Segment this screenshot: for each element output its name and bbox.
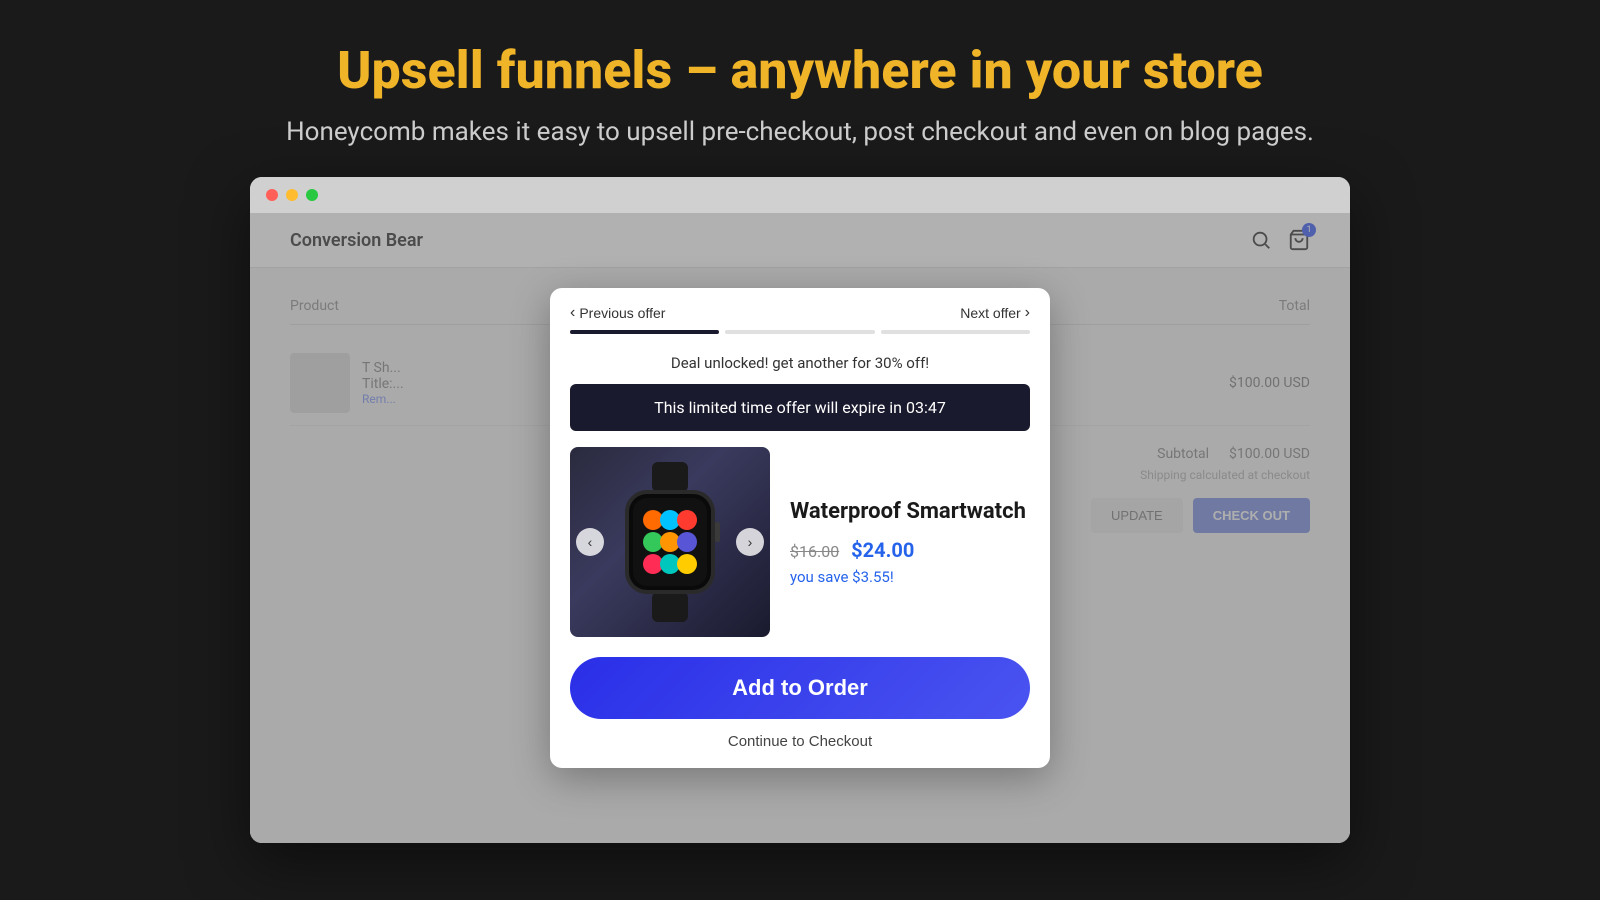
product-area: ‹ › Waterproof Smartwatch $16.00 $24.00 … xyxy=(550,447,1050,637)
progress-bar-2 xyxy=(725,330,874,334)
prev-offer-button[interactable]: ‹ Previous offer xyxy=(570,304,665,322)
price-original: $16.00 xyxy=(790,542,839,561)
store-content: Conversion Bear 1 Product Total xyxy=(250,213,1350,843)
progress-bar-3 xyxy=(881,330,1030,334)
page-title: Upsell funnels – anywhere in your store xyxy=(20,40,1580,101)
modal-overlay: ‹ Previous offer Next offer › Deal unloc… xyxy=(250,213,1350,843)
prev-offer-label: Previous offer xyxy=(579,305,665,321)
page-subheading: Honeycomb makes it easy to upsell pre-ch… xyxy=(20,117,1580,147)
product-name: Waterproof Smartwatch xyxy=(790,498,1030,527)
next-offer-label: Next offer xyxy=(960,305,1020,321)
progress-bars xyxy=(550,330,1050,350)
next-offer-button[interactable]: Next offer › xyxy=(960,304,1030,322)
upsell-modal: ‹ Previous offer Next offer › Deal unloc… xyxy=(550,288,1050,768)
browser-dot-red xyxy=(266,189,278,201)
progress-bar-1 xyxy=(570,330,719,334)
deal-text: Deal unlocked! get another for 30% off! xyxy=(550,350,1050,384)
page-header: Upsell funnels – anywhere in your store … xyxy=(0,0,1600,177)
timer-bar: This limited time offer will expire in 0… xyxy=(570,384,1030,431)
chevron-left-icon: ‹ xyxy=(570,304,575,322)
continue-checkout-button[interactable]: Continue to Checkout xyxy=(550,733,1050,768)
title-gold: anywhere in your store xyxy=(731,40,1263,101)
browser-dot-green xyxy=(306,189,318,201)
product-details: Waterproof Smartwatch $16.00 $24.00 you … xyxy=(790,498,1030,587)
price-sale: $24.00 xyxy=(851,538,914,562)
browser-dot-yellow xyxy=(286,189,298,201)
browser-window: Conversion Bear 1 Product Total xyxy=(250,177,1350,843)
product-pricing: $16.00 $24.00 xyxy=(790,538,1030,562)
browser-chrome xyxy=(250,177,1350,213)
add-to-order-button[interactable]: Add to Order xyxy=(570,657,1030,719)
image-prev-arrow[interactable]: ‹ xyxy=(576,528,604,556)
title-white: Upsell funnels – xyxy=(337,40,717,101)
product-image-container: ‹ › xyxy=(570,447,770,637)
chevron-right-icon: › xyxy=(1025,304,1030,322)
product-savings: you save $3.55! xyxy=(790,568,1030,586)
modal-nav: ‹ Previous offer Next offer › xyxy=(550,288,1050,330)
smartwatch-svg xyxy=(605,462,735,622)
image-next-arrow[interactable]: › xyxy=(736,528,764,556)
